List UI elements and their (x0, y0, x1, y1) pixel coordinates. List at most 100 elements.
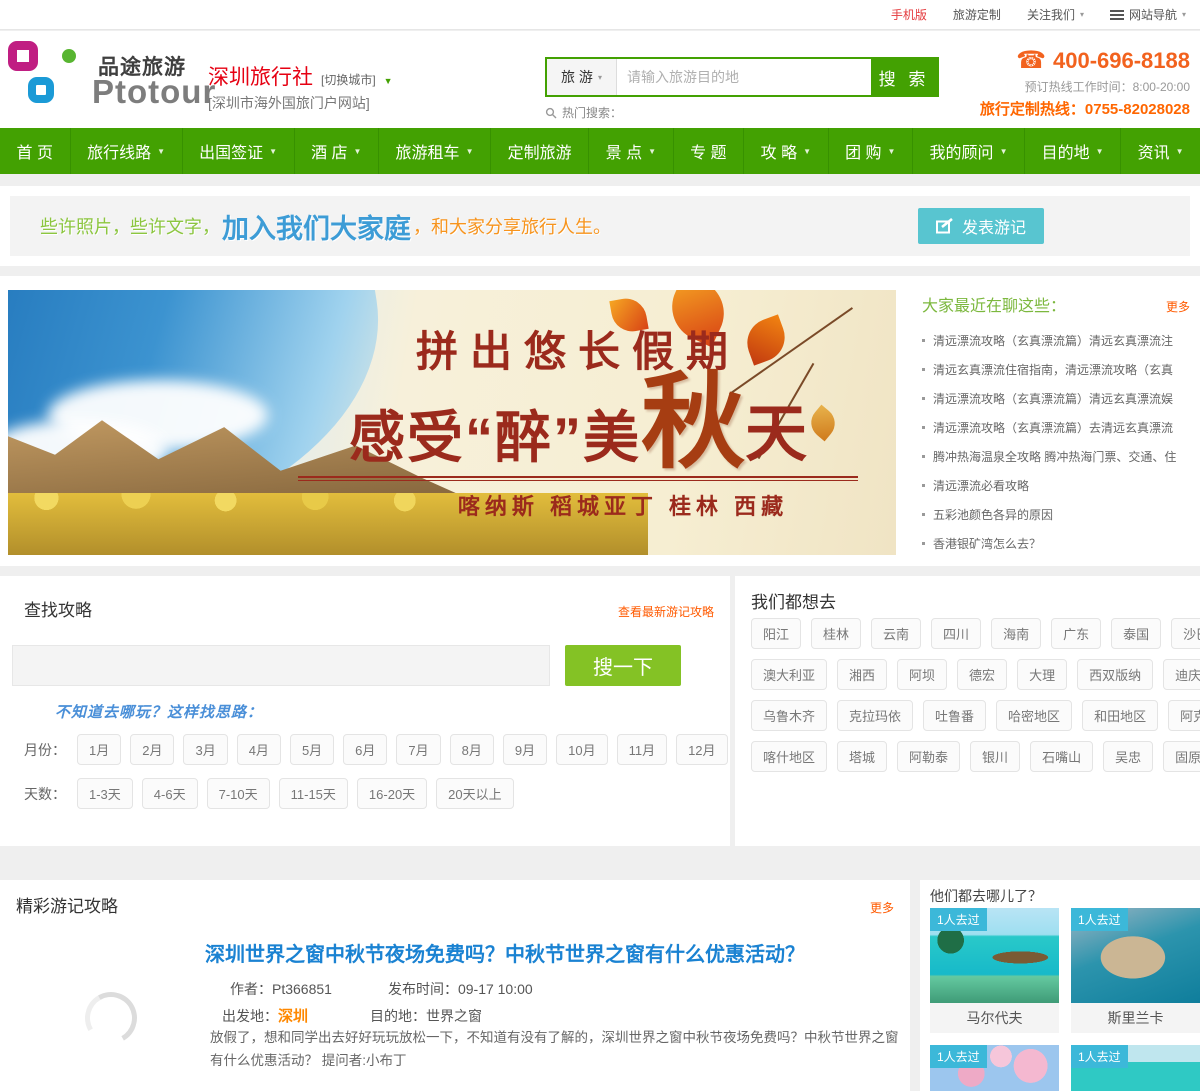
month-filter-button[interactable]: 7月 (396, 734, 441, 765)
nav-item-news[interactable]: 资讯 ▼ (1121, 128, 1200, 174)
find-guide-title: 查找攻略 (24, 601, 92, 620)
latest-guides-link[interactable]: 查看最新游记攻略 (618, 603, 714, 620)
slogan-part3: ，和大家分享旅行人生。 (413, 217, 611, 237)
list-item[interactable]: 清远漂流攻略（玄真漂流篇）清远玄真漂流娱 (922, 384, 1190, 413)
days-filter-button[interactable]: 11-15天 (278, 778, 348, 809)
month-filter-button[interactable]: 3月 (183, 734, 228, 765)
guide-search-button[interactable]: 搜一下 (565, 645, 681, 686)
nav-item-car[interactable]: 旅游租车 ▼ (379, 128, 492, 174)
nav-item-visa[interactable]: 出国签证 ▼ (183, 128, 295, 174)
recent-chat-more-link[interactable]: 更多 (1166, 298, 1190, 315)
publish-journal-button[interactable]: 发表游记 (918, 208, 1044, 244)
hero-banner[interactable]: 拼出悠长假期 感受“醉”美 秋 天 喀纳斯 稻城亚丁 桂林 西藏 (8, 290, 896, 555)
switch-city-link[interactable]: [切换城市] (321, 71, 376, 88)
search-input[interactable] (617, 59, 871, 95)
destination-tag[interactable]: 阿坝 (897, 659, 948, 690)
chevron-down-icon[interactable]: ▼ (384, 76, 393, 86)
destination-tag[interactable]: 阳江 (751, 618, 802, 649)
nav-item-topics[interactable]: 专 题 (674, 128, 745, 174)
topbar-follow-link[interactable]: 关注我们 ▾ (1027, 6, 1084, 23)
destination-tag[interactable]: 塔城 (837, 741, 888, 772)
nav-item-custom-tour[interactable]: 定制旅游 (491, 128, 590, 174)
month-filter-button[interactable]: 2月 (130, 734, 175, 765)
topbar-mobile-link[interactable]: 手机版 (891, 6, 927, 23)
nav-item-spots[interactable]: 景 点 ▼ (589, 128, 674, 174)
nav-item-routes[interactable]: 旅行线路 ▼ (71, 128, 183, 174)
destination-tag[interactable]: 喀什地区 (751, 741, 828, 772)
days-filter-button[interactable]: 7-10天 (206, 778, 270, 809)
month-filter-button[interactable]: 12月 (676, 734, 728, 765)
list-item[interactable]: 五彩池颜色各异的原因 (922, 500, 1190, 529)
destination-tag[interactable]: 桂林 (811, 618, 862, 649)
visited-card[interactable]: 1人去过 (930, 1045, 1059, 1091)
list-item[interactable]: 清远玄真漂流住宿指南，清远漂流攻略（玄真 (922, 355, 1190, 384)
destination-tag[interactable]: 四川 (931, 618, 982, 649)
topbar-custom-link[interactable]: 旅游定制 (953, 6, 1001, 23)
nav-item-guides[interactable]: 攻 略 ▼ (744, 128, 829, 174)
visited-card-srilanka[interactable]: 1人去过 斯里兰卡 (1071, 908, 1200, 1033)
list-item[interactable]: 清远漂流攻略（玄真漂流篇）去清远玄真漂流 (922, 413, 1190, 442)
search-button[interactable]: 搜 索 (871, 59, 937, 95)
bullet-icon (922, 542, 925, 545)
days-filter-button[interactable]: 1-3天 (77, 778, 133, 809)
nav-item-hotel[interactable]: 酒 店 ▼ (295, 128, 380, 174)
find-guide-header: 查找攻略 查看最新游记攻略 (24, 596, 714, 621)
nav-label: 团 购 (845, 145, 882, 162)
destination-tag[interactable]: 德宏 (957, 659, 1008, 690)
month-filter-button[interactable]: 10月 (556, 734, 608, 765)
destination-tag[interactable]: 银川 (970, 741, 1021, 772)
guide-search-input[interactable] (12, 645, 550, 686)
logo[interactable]: 品途旅游 Ptotour (6, 39, 215, 123)
destination-tag[interactable]: 海南 (991, 618, 1042, 649)
phone-number: 400-696-8188 (1052, 48, 1190, 73)
list-item[interactable]: 香港银矿湾怎么去？ (922, 529, 1190, 554)
month-filter-button[interactable]: 11月 (616, 734, 668, 765)
destination-tag[interactable]: 湘西 (837, 659, 888, 690)
visited-badge: 1人去过 (1071, 908, 1128, 931)
destination-caption: 马尔代夫 (930, 1003, 1059, 1033)
destination-tag[interactable]: 阿勒泰 (897, 741, 961, 772)
destination-tag[interactable]: 乌鲁木齐 (751, 700, 828, 731)
destination-tag[interactable]: 沙巴 (1171, 618, 1200, 649)
destination-tag[interactable]: 迪庆 (1163, 659, 1200, 690)
visited-card[interactable]: 1人去过 (1071, 1045, 1200, 1091)
month-filter-button[interactable]: 1月 (77, 734, 122, 765)
destination-tag[interactable]: 和田地区 (1082, 700, 1159, 731)
visited-card-maldives[interactable]: 1人去过 马尔代夫 (930, 908, 1059, 1033)
hero-title-line1: 拼出悠长假期 (415, 328, 740, 375)
destination-tag[interactable]: 阿克苏区 (1168, 700, 1200, 731)
destination-tag[interactable]: 云南 (871, 618, 922, 649)
destination-tag[interactable]: 澳大利亚 (751, 659, 828, 690)
destination-tag[interactable]: 大理 (1017, 659, 1068, 690)
days-filter-button[interactable]: 20天以上 (436, 778, 514, 809)
slogan-part1: 些许照片，些许文字， (40, 217, 220, 237)
destination-tag[interactable]: 石嘴山 (1030, 741, 1094, 772)
nav-item-groupbuy[interactable]: 团 购 ▼ (829, 128, 914, 174)
month-filter-button[interactable]: 6月 (343, 734, 388, 765)
month-filter-button[interactable]: 5月 (289, 734, 335, 765)
days-filter-button[interactable]: 16-20天 (356, 778, 428, 809)
destination-tag[interactable]: 哈密地区 (996, 700, 1073, 731)
list-item[interactable]: 清远漂流必看攻略 (922, 471, 1190, 500)
nav-item-home[interactable]: 首 页 (0, 128, 71, 174)
search-category-select[interactable]: 旅 游 ▾ (547, 59, 617, 95)
destination-tag[interactable]: 吐鲁番 (923, 700, 987, 731)
days-filter-button[interactable]: 4-6天 (141, 778, 198, 809)
topbar-sitenav-link[interactable]: 网站导航 ▾ (1109, 6, 1186, 23)
destination-tag[interactable]: 西双版纳 (1077, 659, 1154, 690)
destination-tag[interactable]: 广东 (1051, 618, 1102, 649)
destination-tag[interactable]: 泰国 (1111, 618, 1162, 649)
destination-tag[interactable]: 固原 (1163, 741, 1200, 772)
to-label: 目的地： (370, 1008, 427, 1024)
month-filter-button[interactable]: 8月 (449, 734, 494, 765)
nav-item-destinations[interactable]: 目的地 ▼ (1025, 128, 1122, 174)
list-item[interactable]: 清远漂流攻略（玄真漂流篇）清远玄真漂流注 (922, 326, 1190, 355)
destination-tag[interactable]: 吴忠 (1103, 741, 1154, 772)
journal-more-link[interactable]: 更多 (870, 899, 894, 916)
nav-item-advisor[interactable]: 我的顾问 ▼ (913, 128, 1026, 174)
month-filter-button[interactable]: 9月 (502, 734, 548, 765)
month-filter-button[interactable]: 4月 (236, 734, 281, 765)
article-title-link[interactable]: 深圳世界之窗中秋节夜场免费吗？中秋节世界之窗有什么优惠活动？ (205, 938, 805, 967)
destination-tag[interactable]: 克拉玛依 (837, 700, 914, 731)
list-item[interactable]: 腾冲热海温泉全攻略 腾冲热海门票、交通、住 (922, 442, 1190, 471)
